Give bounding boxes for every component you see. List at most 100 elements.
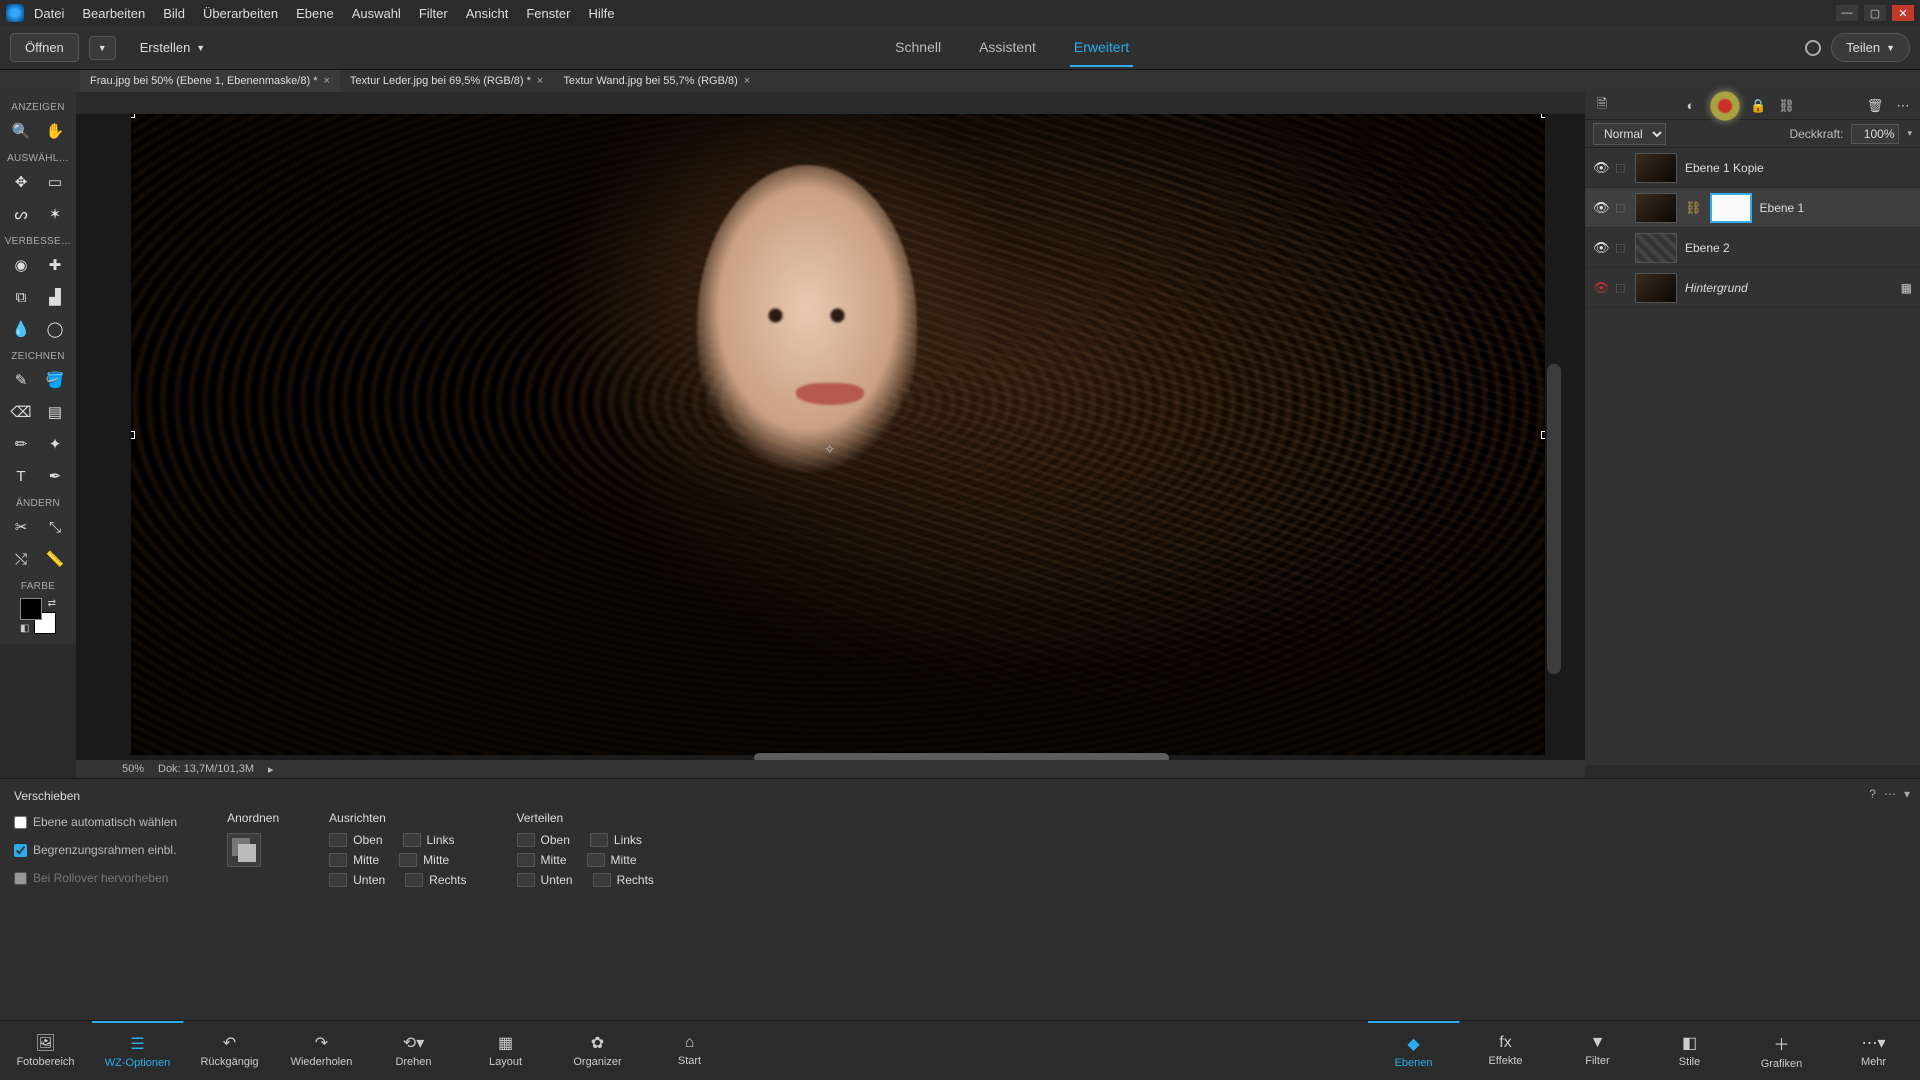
opacity-input[interactable] — [1851, 124, 1899, 144]
maximize-button[interactable]: ▢ — [1864, 5, 1886, 21]
add-mask-icon[interactable] — [1710, 91, 1740, 121]
lasso-tool-icon[interactable]: ᔕ — [10, 203, 32, 225]
dist-top[interactable]: Oben — [517, 833, 570, 847]
bb-layout[interactable]: ▦Layout — [460, 1021, 552, 1080]
lock-layer-icon[interactable]: 🔒 — [1750, 97, 1768, 115]
sponge-tool-icon[interactable]: ◯ — [44, 318, 66, 340]
align-top[interactable]: Oben — [329, 833, 382, 847]
hand-tool-icon[interactable]: ✋ — [44, 120, 66, 142]
align-right[interactable]: Rechts — [405, 873, 466, 887]
align-center[interactable]: Mitte — [399, 853, 449, 867]
pencil-tool-icon[interactable]: ✏ — [10, 433, 32, 455]
bounding-box-checkbox[interactable]: Begrenzungsrahmen einbl. — [14, 843, 177, 857]
minimize-button[interactable]: — — [1836, 5, 1858, 21]
clone-tool-icon[interactable]: ⧉ — [10, 286, 32, 308]
bb-mehr[interactable]: ⋯▾Mehr — [1828, 1021, 1920, 1080]
zoom-level[interactable]: 50% — [84, 763, 144, 775]
status-chevron-icon[interactable]: ▸ — [268, 763, 274, 776]
auto-select-checkbox[interactable]: Ebene automatisch wählen — [14, 815, 177, 829]
move-tool-icon[interactable]: ✥ — [10, 171, 32, 193]
doc-tab-2[interactable]: Textur Leder.jpg bei 69,5% (RGB/8) *× — [340, 70, 553, 92]
pen-tool-icon[interactable]: ✒ — [44, 465, 66, 487]
color-swatch[interactable]: ⇄ ◧ — [20, 598, 56, 634]
recompose-tool-icon[interactable]: ⤡ — [44, 516, 66, 538]
chevron-down-icon[interactable]: ▾ — [1907, 128, 1912, 139]
dist-right[interactable]: Rechts — [593, 873, 654, 887]
link-icon[interactable]: ⛓ — [1685, 200, 1702, 216]
share-button[interactable]: Teilen ▼ — [1831, 33, 1910, 62]
bb-start[interactable]: ⌂Start — [644, 1021, 736, 1080]
layer-thumbnail[interactable] — [1635, 233, 1677, 263]
doc-tab-1[interactable]: Frau.jpg bei 50% (Ebene 1, Ebenenmaske/8… — [80, 70, 340, 92]
panel-menu-icon[interactable]: ⋯ — [1894, 97, 1912, 115]
lock-icon[interactable]: ⬚ — [1615, 201, 1627, 214]
lock-icon[interactable]: ⬚ — [1615, 161, 1627, 174]
layer-row[interactable]: 👁 ⬚ Ebene 2 — [1585, 228, 1920, 268]
bb-organizer[interactable]: ✿Organizer — [552, 1021, 644, 1080]
layer-thumbnail[interactable] — [1635, 273, 1677, 303]
bb-ebenen[interactable]: ◆Ebenen — [1368, 1021, 1460, 1080]
close-icon[interactable]: × — [323, 75, 329, 87]
swap-colors-icon[interactable]: ⇄ — [48, 598, 56, 609]
menu-fenster[interactable]: Fenster — [526, 6, 570, 21]
shuffle-tool-icon[interactable]: ⤭ — [10, 548, 32, 570]
shape-tool-icon[interactable]: ✦ — [44, 433, 66, 455]
align-left[interactable]: Links — [403, 833, 455, 847]
bb-redo[interactable]: ↷Wiederholen — [276, 1021, 368, 1080]
brush-tool-icon[interactable]: ✎ — [10, 369, 32, 391]
doc-tab-3[interactable]: Textur Wand.jpg bei 55,7% (RGB/8)× — [553, 70, 760, 92]
open-dropdown[interactable]: ▼ — [89, 36, 116, 60]
menu-auswahl[interactable]: Auswahl — [352, 6, 401, 21]
document-canvas[interactable]: ✧ — [131, 114, 1545, 755]
bb-stile[interactable]: ◧Stile — [1644, 1021, 1736, 1080]
lock-icon[interactable]: ⬚ — [1615, 241, 1627, 254]
help-icon[interactable]: ? — [1869, 787, 1876, 801]
layer-thumbnail[interactable] — [1635, 153, 1677, 183]
create-button[interactable]: Erstellen ▼ — [126, 34, 220, 61]
layer-name[interactable]: Ebene 2 — [1685, 241, 1730, 255]
layer-name[interactable]: Hintergrund — [1685, 281, 1748, 295]
menu-ebene[interactable]: Ebene — [296, 6, 334, 21]
dist-bottom[interactable]: Unten — [517, 873, 573, 887]
menu-ansicht[interactable]: Ansicht — [466, 6, 509, 21]
transform-handle[interactable] — [131, 431, 135, 439]
wand-tool-icon[interactable]: ✶ — [44, 203, 66, 225]
heal-tool-icon[interactable]: ✚ — [44, 254, 66, 276]
crop-tool-icon[interactable]: ✂ — [10, 516, 32, 538]
menu-ueberarbeiten[interactable]: Überarbeiten — [203, 6, 278, 21]
bb-grafiken[interactable]: ＋Grafiken — [1736, 1021, 1828, 1080]
gradient-tool-icon[interactable]: ▤ — [44, 401, 66, 423]
menu-filter[interactable]: Filter — [419, 6, 448, 21]
delete-layer-icon[interactable]: 🗑 — [1866, 97, 1884, 115]
lock-icon[interactable]: ⬚ — [1615, 281, 1627, 294]
background-lock-icon[interactable]: ▦ — [1901, 281, 1912, 295]
default-colors-icon[interactable]: ◧ — [20, 623, 29, 634]
layer-mask-thumbnail[interactable] — [1710, 193, 1752, 223]
blend-mode-select[interactable]: Normal — [1593, 123, 1666, 145]
bb-effekte[interactable]: fxEffekte — [1460, 1021, 1552, 1080]
theme-icon[interactable] — [1805, 40, 1821, 56]
bb-filter[interactable]: ▼Filter — [1552, 1021, 1644, 1080]
marquee-tool-icon[interactable]: ▭ — [44, 171, 66, 193]
stamp-tool-icon[interactable]: ▟ — [44, 286, 66, 308]
close-button[interactable]: ✕ — [1892, 5, 1914, 21]
zoom-tool-icon[interactable]: 🔍 — [10, 120, 32, 142]
layer-name[interactable]: Ebene 1 — [1760, 201, 1805, 215]
menu-datei[interactable]: Datei — [34, 6, 64, 21]
straighten-tool-icon[interactable]: 📏 — [44, 548, 66, 570]
close-icon[interactable]: × — [537, 75, 543, 87]
bb-wzoptionen[interactable]: ☰WZ-Optionen — [92, 1021, 184, 1080]
layer-thumbnail[interactable] — [1635, 193, 1677, 223]
collapse-icon[interactable]: ▾ — [1904, 787, 1910, 801]
visibility-icon[interactable]: 👁 — [1593, 280, 1607, 296]
adjustment-layer-icon[interactable]: ◐ — [1682, 97, 1700, 115]
bucket-tool-icon[interactable]: 🪣 — [44, 369, 66, 391]
bb-rotate[interactable]: ⟲▾Drehen — [368, 1021, 460, 1080]
arrange-icon[interactable] — [227, 833, 261, 867]
redeye-tool-icon[interactable]: ◉ — [10, 254, 32, 276]
menu-bild[interactable]: Bild — [163, 6, 185, 21]
foreground-color[interactable] — [20, 598, 42, 620]
align-bottom[interactable]: Unten — [329, 873, 385, 887]
blur-tool-icon[interactable]: 💧 — [10, 318, 32, 340]
eraser-tool-icon[interactable]: ⌫ — [10, 401, 32, 423]
